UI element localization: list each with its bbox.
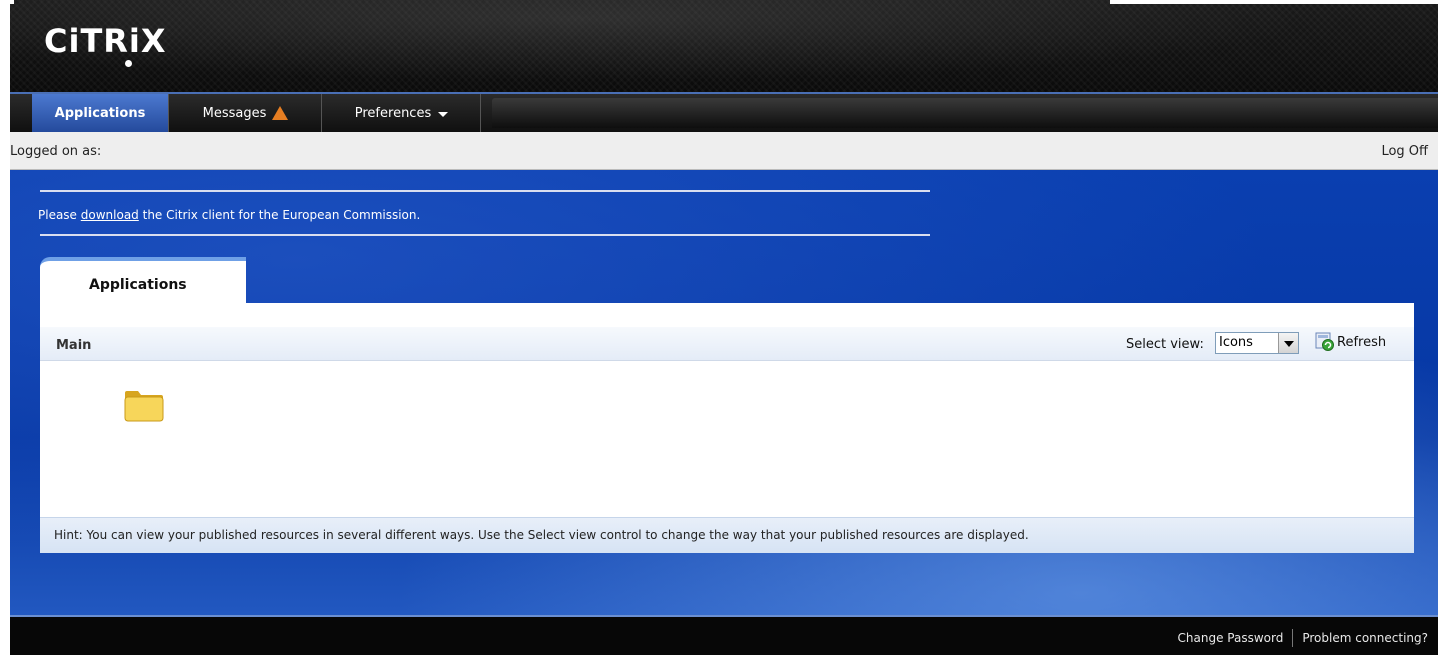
left-margin (0, 0, 10, 655)
top-white-bar-left (0, 0, 14, 4)
tabbar-fill (492, 98, 1438, 128)
app-root: CiTRiX Applications Messages Preferences… (0, 0, 1438, 655)
warning-icon (272, 106, 289, 120)
tab-preferences[interactable]: Preferences (323, 94, 481, 132)
tab-applications[interactable]: Applications (32, 94, 169, 132)
logged-on-label: Logged on as: (10, 144, 102, 159)
divider-bottom (40, 234, 930, 236)
header-banner: CiTRiX (10, 0, 1438, 92)
tab-applications-panel[interactable]: Applications (40, 257, 246, 305)
hint-bar: Hint: You can view your published resour… (40, 517, 1414, 553)
tab-applications-label: Applications (54, 105, 146, 121)
notice-suffix: the Citrix client for the European Commi… (138, 208, 421, 222)
select-view-value: Icons (1219, 335, 1253, 350)
refresh-label: Refresh (1337, 334, 1387, 350)
tab-messages[interactable]: Messages (170, 94, 322, 132)
citrix-logo: CiTRiX (44, 22, 167, 60)
dropdown-arrow-icon[interactable] (1278, 333, 1298, 353)
section-title: Main (56, 338, 92, 353)
chevron-down-icon (438, 111, 449, 117)
download-notice: Please download the Citrix client for th… (38, 208, 420, 222)
panel-header: Main Select view: Icons Refresh (40, 327, 1414, 361)
status-bar: Logged on as: Log Off (10, 132, 1438, 170)
notice-prefix: Please (38, 208, 81, 222)
refresh-button[interactable]: Refresh (1315, 332, 1386, 352)
applications-panel: Main Select view: Icons Refresh Hint: Yo… (40, 303, 1414, 553)
divider-top (40, 190, 930, 192)
footer-links: Change Password Problem connecting? (1178, 629, 1428, 647)
main-area: Please download the Citrix client for th… (10, 170, 1438, 615)
panel-tab-label: Applications (89, 277, 187, 293)
tab-preferences-label: Preferences (354, 105, 432, 121)
footer-bar: Change Password Problem connecting? (10, 615, 1438, 655)
folder-icon[interactable] (122, 383, 166, 423)
nav-tabbar: Applications Messages Preferences (10, 92, 1438, 132)
download-link[interactable]: download (81, 208, 139, 222)
refresh-icon (1315, 332, 1335, 352)
problem-connecting-link[interactable]: Problem connecting? (1302, 631, 1428, 645)
select-view-label: Select view: (1126, 337, 1204, 352)
change-password-link[interactable]: Change Password (1178, 631, 1284, 645)
select-view-dropdown[interactable]: Icons (1215, 332, 1299, 354)
logo-dot (125, 60, 132, 67)
tab-messages-label: Messages (202, 105, 267, 121)
hint-text: Hint: You can view your published resour… (54, 528, 1029, 542)
top-white-bar (1110, 0, 1438, 4)
log-off-link[interactable]: Log Off (1381, 144, 1428, 159)
footer-separator (1292, 629, 1294, 647)
